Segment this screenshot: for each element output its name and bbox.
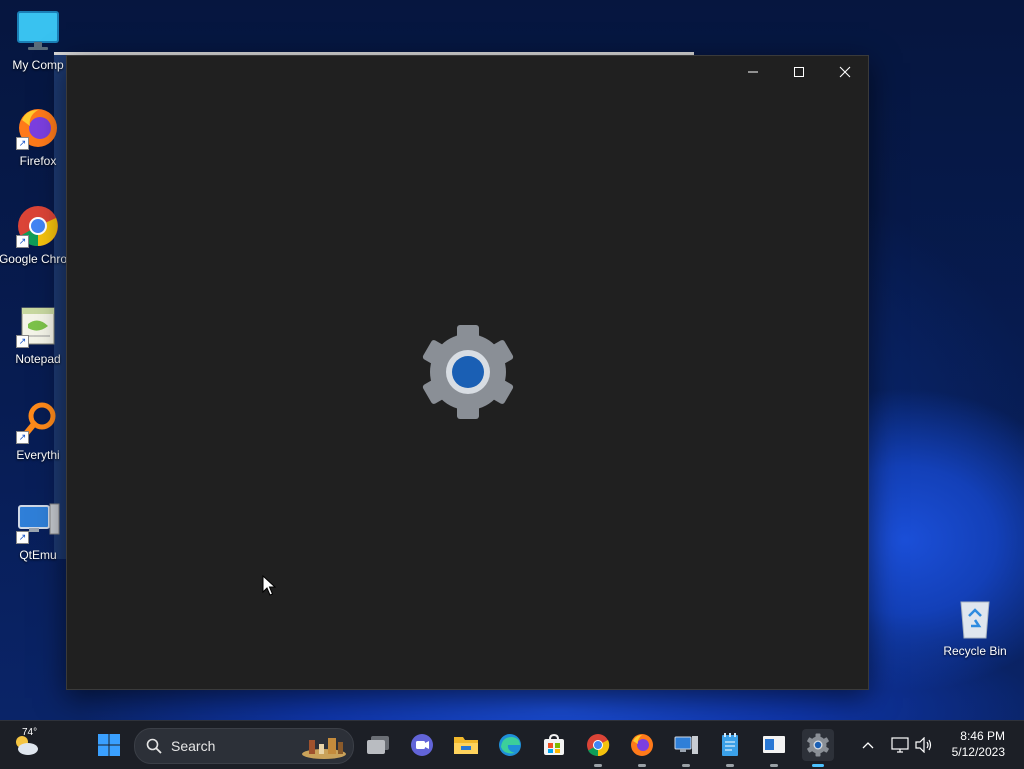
chrome-icon: ↗ <box>16 204 60 248</box>
computer-icon <box>674 736 698 754</box>
shortcut-arrow-icon: ↗ <box>16 335 29 348</box>
qtemu-icon: ↗ <box>16 500 60 544</box>
running-indicator <box>594 764 602 767</box>
shortcut-arrow-icon: ↗ <box>16 235 29 248</box>
weather-temperature: 74° <box>22 727 38 738</box>
desktop-icon-label: Recycle Bin <box>943 644 1007 658</box>
store-icon <box>544 733 564 755</box>
chevron-up-icon <box>862 742 874 749</box>
shortcut-arrow-icon: ↗ <box>16 531 29 544</box>
shortcut-arrow-icon: ↗ <box>16 431 29 444</box>
settings-window[interactable] <box>66 55 869 690</box>
firefox-icon: ↗ <box>16 106 60 150</box>
running-indicator <box>726 764 734 767</box>
minimize-button[interactable] <box>730 56 776 88</box>
minimize-icon <box>748 71 758 73</box>
folder-icon <box>454 737 478 754</box>
start-button[interactable] <box>93 729 125 761</box>
gear-icon <box>807 733 829 757</box>
show-hidden-icons-button[interactable] <box>856 729 880 761</box>
taskbar-store[interactable] <box>538 729 570 761</box>
running-indicator <box>682 764 690 767</box>
firefox-icon <box>631 734 653 756</box>
task-view-icon <box>367 736 389 754</box>
taskbar-chrome[interactable] <box>582 729 614 767</box>
mouse-cursor-icon <box>262 574 277 602</box>
taskbar-qtemu[interactable] <box>758 729 790 767</box>
notepad-icon <box>722 733 738 756</box>
shortcut-arrow-icon: ↗ <box>16 137 29 150</box>
search-highlight-icon <box>302 738 346 759</box>
chrome-icon <box>587 734 610 757</box>
video-call-icon <box>411 734 433 756</box>
desktop: My Comp ↗ Firefox ↗ Google Chrom ↗ Notep… <box>0 0 1024 720</box>
clock-time: 8:46 PM <box>960 729 1005 743</box>
desktop-icon-recycle-bin[interactable]: Recycle Bin <box>935 596 1015 658</box>
taskbar-teams-meet[interactable] <box>406 729 438 761</box>
search-icon <box>146 738 162 754</box>
active-indicator <box>812 764 824 767</box>
close-icon <box>839 66 851 78</box>
windows-logo-icon <box>98 734 120 756</box>
volume-button[interactable] <box>912 729 936 761</box>
monitor-icon <box>16 10 60 54</box>
settings-gear-icon <box>418 325 518 424</box>
search-placeholder: Search <box>171 738 216 754</box>
taskbar-task-view[interactable] <box>362 729 394 761</box>
taskbar-search-box[interactable]: Search <box>134 728 354 764</box>
running-indicator <box>770 764 778 767</box>
recycle-bin-icon <box>953 596 997 640</box>
taskbar-clock[interactable]: 8:46 PM 5/12/2023 <box>952 728 1005 760</box>
notepad-icon: ↗ <box>16 304 60 348</box>
edge-icon <box>499 734 521 756</box>
taskbar-notepad[interactable] <box>714 729 746 767</box>
taskbar-edge[interactable] <box>494 729 526 761</box>
qtemu-icon <box>763 736 785 753</box>
taskbar: 74° Search 8:46 PM 5/12/2023 <box>0 720 1024 769</box>
taskbar-firefox[interactable] <box>626 729 658 767</box>
taskbar-settings[interactable] <box>802 729 834 767</box>
maximize-button[interactable] <box>776 56 822 88</box>
network-button[interactable] <box>888 729 912 761</box>
clock-date: 5/12/2023 <box>951 745 1005 759</box>
network-icon <box>891 737 909 753</box>
everything-search-icon: ↗ <box>16 400 60 444</box>
running-indicator <box>638 764 646 767</box>
maximize-icon <box>794 67 804 77</box>
speaker-icon <box>915 737 932 753</box>
close-button[interactable] <box>822 56 868 88</box>
taskbar-file-explorer[interactable] <box>450 729 482 761</box>
taskbar-remote-desktop[interactable] <box>670 729 702 767</box>
